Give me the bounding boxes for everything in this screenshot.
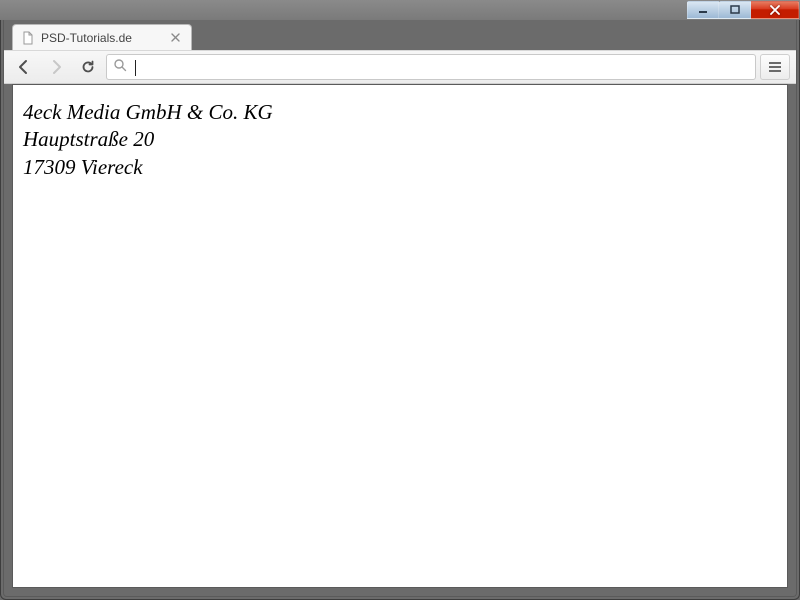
- window-close-button[interactable]: [751, 1, 799, 19]
- address-input[interactable]: [133, 55, 749, 79]
- street-line: Hauptstraße 20: [23, 126, 777, 153]
- window-minimize-button[interactable]: [687, 1, 719, 19]
- window-maximize-button[interactable]: [719, 1, 751, 19]
- tab-title: PSD-Tutorials.de: [41, 31, 167, 45]
- tab-close-button[interactable]: [167, 30, 183, 46]
- window-titlebar: [0, 0, 800, 20]
- company-name: 4eck Media GmbH & Co. KG: [23, 99, 777, 126]
- reload-button[interactable]: [74, 54, 102, 80]
- page-icon: [21, 31, 35, 45]
- page-content: 4eck Media GmbH & Co. KG Hauptstraße 20 …: [12, 84, 788, 588]
- address-block: 4eck Media GmbH & Co. KG Hauptstraße 20 …: [23, 99, 777, 181]
- text-caret: [135, 60, 136, 76]
- toolbar: [4, 50, 796, 84]
- tab-strip: PSD-Tutorials.de: [4, 20, 796, 50]
- browser-tab[interactable]: PSD-Tutorials.de: [12, 24, 192, 50]
- city-line: 17309 Viereck: [23, 154, 777, 181]
- menu-button[interactable]: [760, 54, 790, 80]
- address-bar[interactable]: [106, 54, 756, 80]
- viewport-frame: 4eck Media GmbH & Co. KG Hauptstraße 20 …: [4, 84, 796, 596]
- search-icon: [113, 58, 127, 77]
- forward-button[interactable]: [42, 54, 70, 80]
- back-button[interactable]: [10, 54, 38, 80]
